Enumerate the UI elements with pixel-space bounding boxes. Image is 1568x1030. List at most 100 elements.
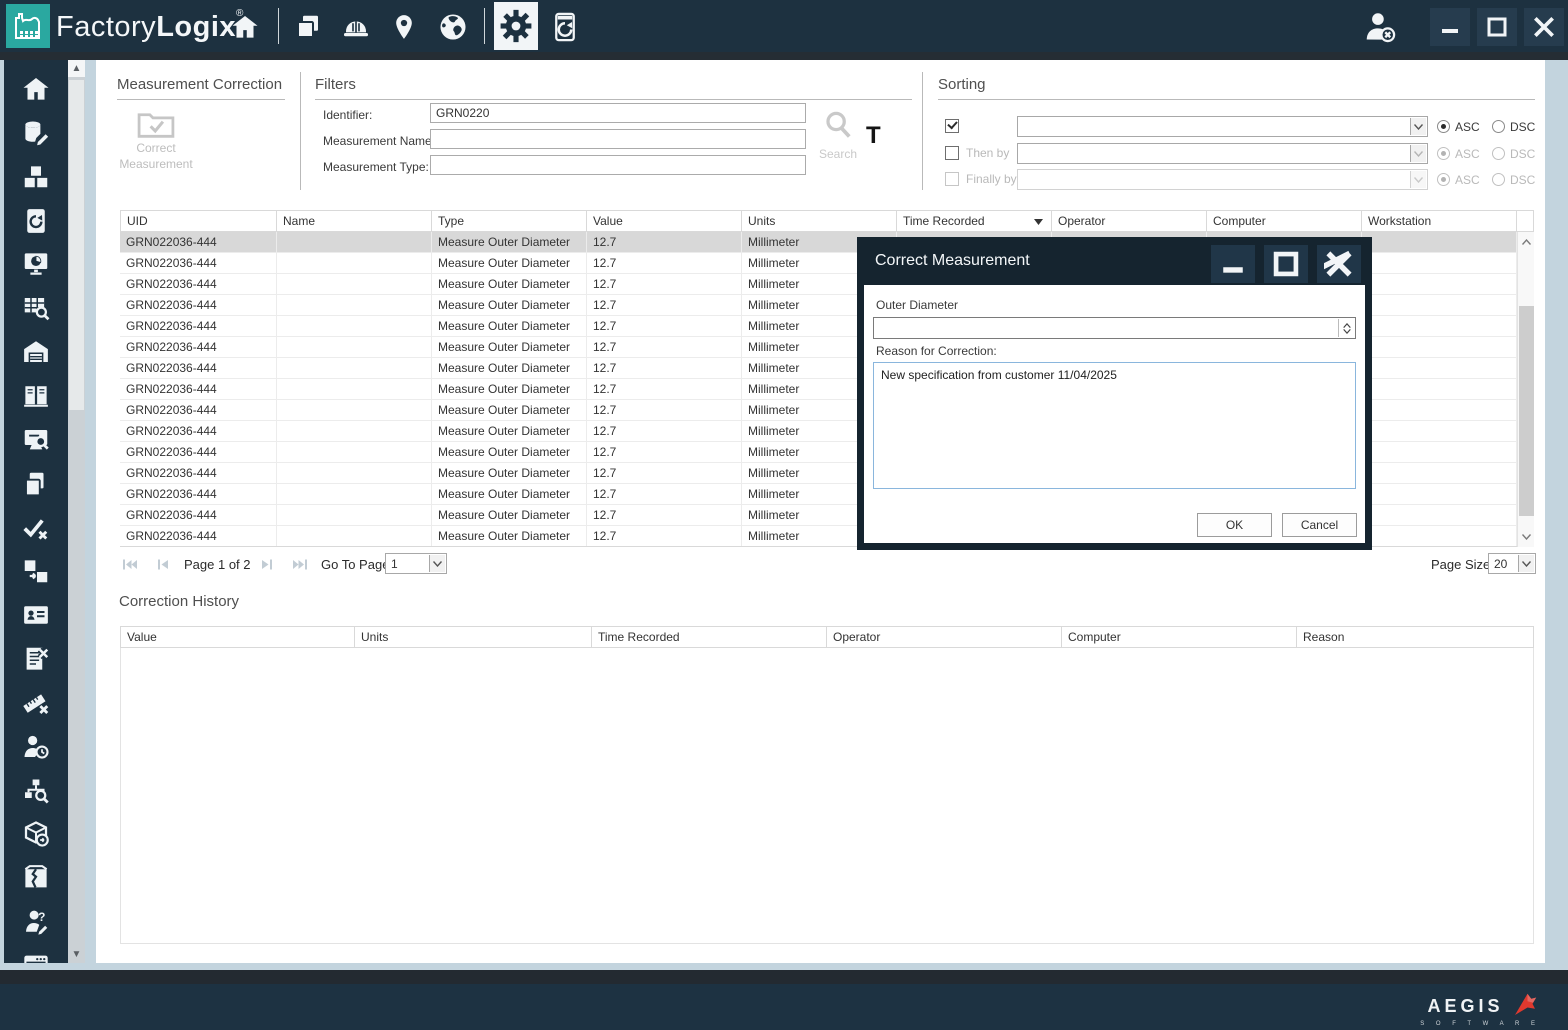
table-scrollbar[interactable] xyxy=(1517,232,1534,547)
history-column-computer[interactable]: Computer xyxy=(1062,626,1297,648)
sidebar-item-monitor-search[interactable] xyxy=(21,425,51,455)
dialog-close-button[interactable] xyxy=(1317,245,1361,283)
toolbar-separator xyxy=(278,8,279,44)
cell-name xyxy=(277,337,432,358)
maximize-button[interactable] xyxy=(1477,8,1517,46)
dialog-maximize-button[interactable] xyxy=(1264,245,1308,283)
measurement-type-field-wrap xyxy=(430,155,806,175)
person-question-icon: ? xyxy=(21,907,51,937)
history-column-value[interactable]: Value xyxy=(120,626,355,648)
sidebar-item-document-copy[interactable] xyxy=(21,469,51,499)
column-header-units[interactable]: Units xyxy=(742,210,897,232)
previous-page-button[interactable] xyxy=(154,556,170,572)
next-page-button[interactable] xyxy=(259,556,275,572)
history-column-units[interactable]: Units xyxy=(355,626,592,648)
sidebar-item-package-forward[interactable] xyxy=(21,819,51,849)
home-icon[interactable] xyxy=(228,10,262,44)
sidebar-item-pallet-boxes[interactable] xyxy=(21,162,51,192)
scroll-down-icon[interactable] xyxy=(1518,529,1535,545)
documents-icon[interactable] xyxy=(291,10,325,44)
sidebar-item-document-cancel[interactable] xyxy=(21,644,51,674)
hardhat-icon[interactable] xyxy=(339,10,373,44)
sidebar-item-app-window[interactable] xyxy=(21,951,51,963)
measurement-name-label: Measurement Name: xyxy=(323,134,435,148)
sort-checkbox[interactable] xyxy=(945,146,959,160)
sort-field-select[interactable] xyxy=(1017,116,1428,137)
divider xyxy=(315,99,912,100)
scrollbar-thumb[interactable] xyxy=(69,80,84,410)
device-restore-icon[interactable] xyxy=(548,10,582,44)
sidebar-scrollbar[interactable]: ▲ ▼ xyxy=(68,60,85,963)
scroll-up-icon[interactable] xyxy=(1518,234,1535,250)
last-page-button[interactable] xyxy=(292,556,308,572)
sidebar-item-table-search[interactable] xyxy=(21,293,51,323)
sidebar-item-book[interactable] xyxy=(21,381,51,411)
sidebar-item-hierarchy-search[interactable] xyxy=(21,776,51,806)
identifier-input[interactable] xyxy=(430,103,806,123)
measurement-type-input[interactable] xyxy=(430,155,806,175)
sidebar-item-home[interactable] xyxy=(21,74,51,104)
close-button[interactable] xyxy=(1524,8,1564,46)
scroll-up-icon[interactable]: ▲ xyxy=(68,60,85,77)
ok-button[interactable]: OK xyxy=(1197,513,1272,537)
cell-type: Measure Outer Diameter xyxy=(432,484,587,505)
sidebar-item-device-restore[interactable] xyxy=(21,206,51,236)
sidebar-item-box-transfer[interactable] xyxy=(21,556,51,586)
column-header-type[interactable]: Type xyxy=(432,210,587,232)
chevron-down-icon[interactable] xyxy=(1410,118,1426,135)
asc-radio[interactable] xyxy=(1437,120,1450,133)
sidebar-item-check-cancel[interactable] xyxy=(21,513,51,543)
search-button[interactable]: Search xyxy=(816,108,860,161)
sidebar-item-ruler-cancel[interactable] xyxy=(21,688,51,718)
outer-diameter-spinner[interactable] xyxy=(873,317,1356,339)
sidebar-item-database-edit[interactable] xyxy=(21,118,51,148)
column-header-time-recorded[interactable]: Time Recorded xyxy=(897,210,1052,232)
text-filter-icon[interactable]: T xyxy=(866,122,881,150)
finally-by-label: Finally by xyxy=(966,172,1017,186)
cell-type: Measure Outer Diameter xyxy=(432,421,587,442)
sort-checkbox[interactable] xyxy=(945,119,959,133)
chevron-down-icon[interactable] xyxy=(429,555,445,572)
scrollbar-thumb[interactable] xyxy=(1519,306,1534,516)
column-header-uid[interactable]: UID xyxy=(120,210,277,232)
dialog-minimize-button[interactable] xyxy=(1211,245,1255,283)
settings-tab-selected[interactable] xyxy=(494,2,538,50)
column-header-value[interactable]: Value xyxy=(587,210,742,232)
sort-field-select[interactable] xyxy=(1017,143,1428,164)
scroll-down-icon[interactable]: ▼ xyxy=(68,946,85,963)
sidebar-item-warehouse[interactable] xyxy=(21,337,51,367)
cell-type: Measure Outer Diameter xyxy=(432,253,587,274)
measurement-name-input[interactable] xyxy=(430,129,806,149)
column-header-computer[interactable]: Computer xyxy=(1207,210,1362,232)
page-size-select[interactable]: 20 xyxy=(1488,553,1536,574)
spinner-arrows-icon[interactable] xyxy=(1338,319,1354,337)
section-title-sorting: Sorting xyxy=(938,76,986,93)
section-title-measurement-correction: Measurement Correction xyxy=(117,76,282,93)
column-header-operator[interactable]: Operator xyxy=(1052,210,1207,232)
sidebar-item-person-time[interactable] xyxy=(21,732,51,762)
first-page-button[interactable] xyxy=(121,556,137,572)
history-column-reason[interactable]: Reason xyxy=(1297,626,1534,648)
history-column-operator[interactable]: Operator xyxy=(827,626,1062,648)
go-to-page-select[interactable]: 1 xyxy=(385,553,447,574)
column-header-name[interactable]: Name xyxy=(277,210,432,232)
dsc-label: DSC xyxy=(1510,147,1535,161)
sidebar-item-package-damaged[interactable] xyxy=(21,863,51,893)
history-column-time-recorded[interactable]: Time Recorded xyxy=(592,626,827,648)
sidebar-item-person-question[interactable]: ? xyxy=(21,907,51,937)
minimize-button[interactable] xyxy=(1430,8,1470,46)
chevron-down-icon[interactable] xyxy=(1518,555,1534,572)
user-logout-icon[interactable] xyxy=(1362,9,1398,45)
reason-textarea[interactable]: New specification from customer 11/04/20… xyxy=(873,362,1356,489)
correct-measurement-button[interactable]: Correct Measurement xyxy=(92,140,220,172)
location-pin-icon[interactable] xyxy=(387,10,421,44)
dsc-radio[interactable] xyxy=(1492,120,1505,133)
sidebar-item-dashboard-monitor[interactable] xyxy=(21,249,51,279)
sidebar-item-id-card[interactable] xyxy=(21,600,51,630)
globe-icon[interactable] xyxy=(436,10,470,44)
dsc-radio xyxy=(1492,147,1505,160)
column-header-workstation[interactable]: Workstation xyxy=(1362,210,1517,232)
cancel-button[interactable]: Cancel xyxy=(1282,513,1357,537)
cell-value: 12.7 xyxy=(587,337,742,358)
hierarchy-search-icon xyxy=(21,776,51,806)
